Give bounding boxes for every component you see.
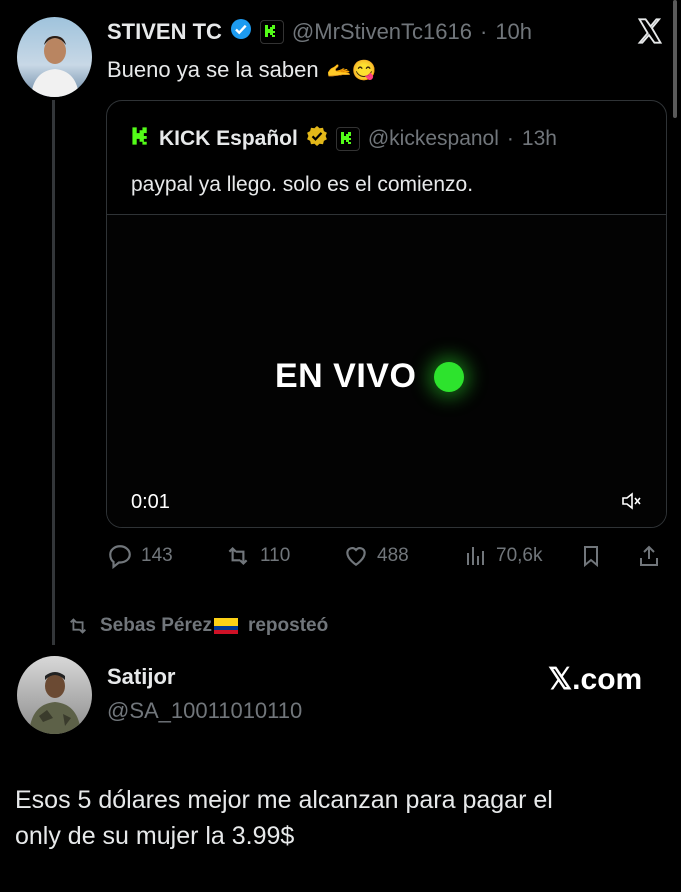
colombia-flag-icon [213, 618, 238, 634]
tweet-time[interactable]: 10h [495, 19, 532, 45]
scrollbar[interactable] [673, 0, 677, 118]
repost-indicator: Sebas Pérez reposteó [66, 615, 328, 637]
thread-line [52, 100, 55, 645]
share-button[interactable] [637, 543, 661, 569]
verified-gold-icon [306, 125, 328, 153]
verified-icon [230, 18, 252, 46]
tweet-text-content: Bueno ya se la saben [107, 57, 319, 82]
share-icon [640, 545, 658, 566]
quote-header: KICK Español @kickespanol · 13h [131, 125, 557, 153]
bookmark-button[interactable] [579, 543, 603, 569]
reposter-name[interactable]: Sebas Pérez [100, 615, 212, 637]
author-name[interactable]: STIVEN TC [107, 19, 222, 45]
live-dot-icon [434, 361, 465, 392]
kick-logo-icon [131, 126, 151, 152]
reply-text-line2: only de su mujer la 3.99$ [15, 822, 295, 850]
reposted-label: reposteó [247, 615, 329, 636]
repost-button[interactable]: 110 [224, 543, 290, 569]
kick-badge-icon [335, 127, 360, 151]
reply-handle[interactable]: @SA_10011010110 [107, 698, 302, 724]
like-count: 488 [377, 545, 409, 566]
repost-icon [228, 546, 248, 566]
reply-button[interactable]: 143 [107, 543, 173, 569]
author-handle[interactable]: @MrStivenTc1616 [292, 19, 472, 45]
repost-count: 110 [260, 545, 291, 566]
reply-text-line1: Esos 5 dólares mejor me alcanzan para pa… [15, 786, 553, 814]
tweet-header: STIVEN TC @MrStivenTc1616 · 10h [107, 17, 532, 47]
kick-logo-icon [259, 20, 284, 44]
reply-author-name[interactable]: Satijor [107, 664, 175, 690]
like-button[interactable]: 488 [343, 543, 409, 569]
x-logo-icon[interactable] [636, 17, 664, 50]
views-icon [467, 547, 484, 565]
heart-icon [346, 547, 366, 566]
quote-text: paypal ya llego. solo es el comienzo. [131, 173, 474, 196]
quote-time[interactable]: 13h [522, 127, 557, 151]
quote-card[interactable]: KICK Español @kickespanol · 13h paypal y… [106, 100, 667, 528]
reply-author-avatar[interactable] [17, 656, 92, 734]
live-text: EN VIVO [275, 357, 417, 395]
reply-count: 143 [141, 545, 173, 566]
repost-small-icon [70, 618, 86, 634]
quote-handle[interactable]: @kickespanol [368, 127, 499, 151]
tweet-text: Bueno ya se la saben 🫴😋 [107, 57, 376, 83]
video-time: 0:01 [131, 491, 170, 513]
x-com-brand: 𝕏.com [548, 663, 643, 696]
video-player[interactable]: EN VIVO 0:01 [107, 214, 666, 527]
quote-separator: · [506, 127, 514, 150]
emoji-text: 🫴😋 [326, 59, 377, 82]
views-count: 70,6k [496, 545, 543, 566]
mute-icon[interactable] [620, 490, 642, 517]
author-avatar[interactable] [17, 17, 92, 97]
bookmark-icon [584, 546, 598, 568]
views-button[interactable]: 70,6k [464, 543, 542, 569]
quote-author-name[interactable]: KICK Español [159, 127, 298, 151]
action-bar: 143 110 488 70,6k [107, 541, 665, 571]
time-separator: · [479, 19, 488, 44]
live-label: EN VIVO [275, 357, 465, 396]
reply-icon [109, 545, 131, 569]
